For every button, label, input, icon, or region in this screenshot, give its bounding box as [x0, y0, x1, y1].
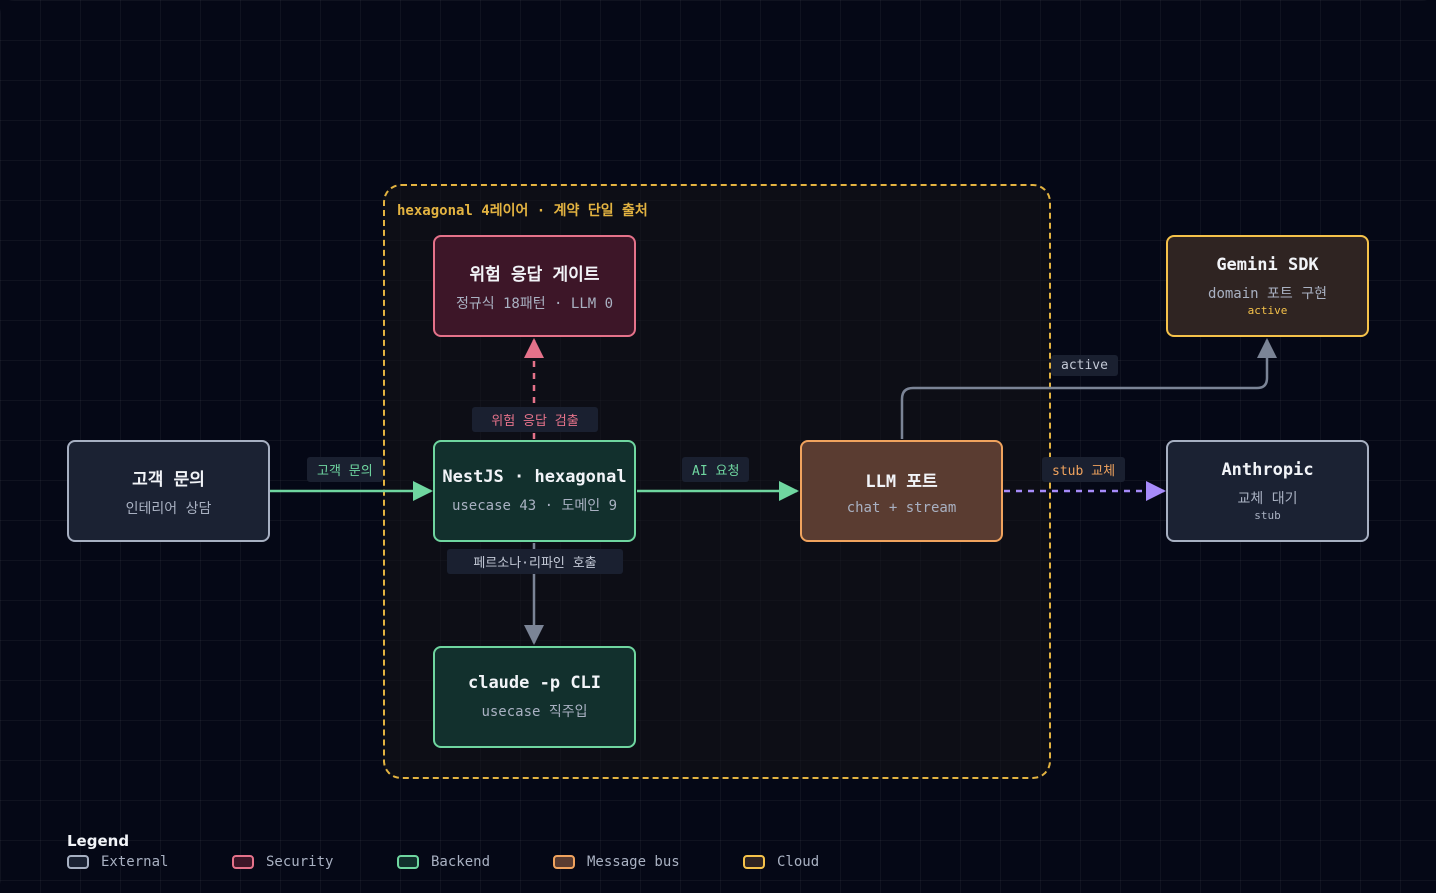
node-subtitle: 교체 대기: [1237, 491, 1298, 507]
legend-label: External: [101, 854, 169, 870]
node-title: LLM 포트: [865, 471, 938, 492]
legend-label: Cloud: [777, 854, 820, 870]
legend-item-message-bus: Message bus: [553, 854, 680, 870]
node-status-tag: active: [1247, 304, 1288, 317]
edge-label-customer-inquiry: 고객 문의: [307, 457, 383, 482]
node-title: NestJS · hexagonal: [442, 467, 627, 487]
legend-swatch: [743, 855, 765, 869]
legend-title: Legend: [67, 832, 130, 850]
node-title: claude -p CLI: [467, 673, 602, 693]
architecture-diagram: hexagonal 4레이어 · 계약 단일 출처 고객 문의 위험 응답 검출…: [0, 0, 1436, 893]
node-gemini-sdk: Gemini SDK domain 포트 구현 active: [1166, 235, 1369, 337]
legend-swatch: [232, 855, 254, 869]
legend-item-backend: Backend: [397, 854, 490, 870]
node-subtitle: usecase 43 · 도메인 9: [451, 498, 618, 514]
node-title: Anthropic: [1221, 460, 1314, 480]
node-llm-port: LLM 포트 chat + stream: [800, 440, 1003, 542]
legend-label: Backend: [431, 854, 491, 870]
node-nestjs-hexagonal: NestJS · hexagonal usecase 43 · 도메인 9: [433, 440, 636, 542]
legend-swatch: [397, 855, 419, 869]
legend-item-security: Security: [232, 854, 333, 870]
node-customer-inquiry: 고객 문의 인테리어 상담: [67, 440, 270, 542]
edge-label-persona-call: 페르소나·리파인 호출: [447, 549, 623, 574]
node-title: 고객 문의: [132, 469, 205, 490]
legend-label: Message bus: [587, 854, 680, 870]
legend-item-external: External: [67, 854, 168, 870]
node-subtitle: domain 포트 구현: [1208, 286, 1327, 302]
node-subtitle: 정규식 18패턴 · LLM 0: [455, 295, 614, 312]
node-status-tag: stub: [1254, 509, 1281, 522]
edge-label-active: active: [1051, 355, 1118, 376]
node-anthropic: Anthropic 교체 대기 stub: [1166, 440, 1369, 542]
node-claude-cli: claude -p CLI usecase 직주입: [433, 646, 636, 748]
legend-swatch: [553, 855, 575, 869]
edge-label-ai-request: AI 요청: [682, 457, 750, 482]
edge-label-risk-detection: 위험 응답 검출: [472, 407, 598, 432]
node-title: 위험 응답 게이트: [469, 264, 600, 285]
node-subtitle: usecase 직주입: [481, 704, 588, 720]
legend-swatch: [67, 855, 89, 869]
legend-label: Security: [266, 854, 334, 870]
node-subtitle: 인테리어 상담: [125, 500, 212, 517]
node-title: Gemini SDK: [1216, 255, 1319, 275]
edge-label-stub-swap: stub 교체: [1042, 457, 1126, 482]
node-risk-gate: 위험 응답 게이트 정규식 18패턴 · LLM 0: [433, 235, 636, 337]
legend-item-cloud: Cloud: [743, 854, 819, 870]
node-subtitle: chat + stream: [846, 499, 957, 516]
